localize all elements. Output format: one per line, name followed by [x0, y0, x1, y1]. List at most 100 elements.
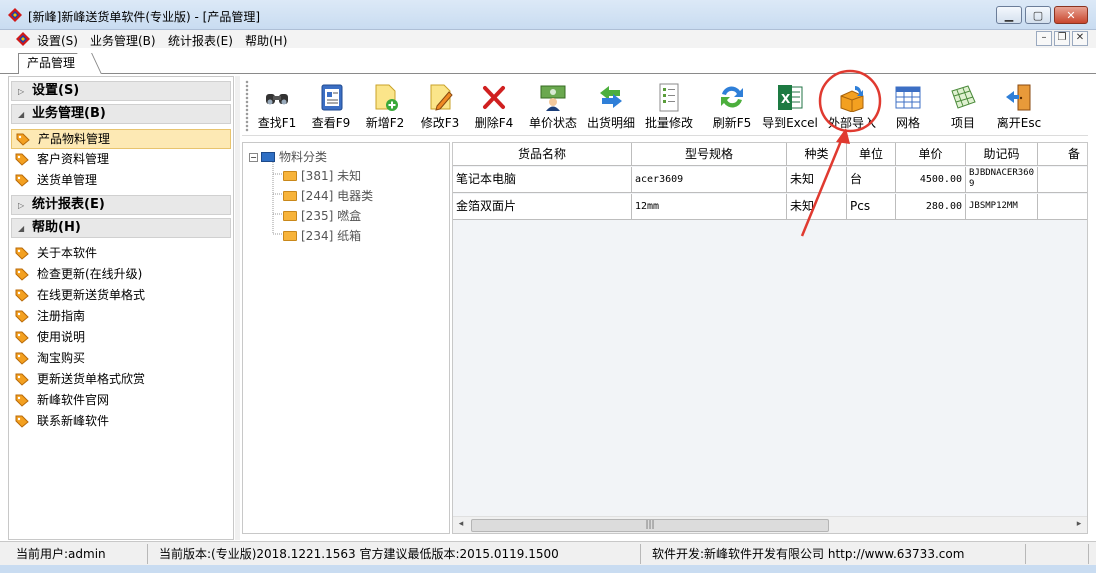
child-minimize-button[interactable]: – [1036, 31, 1052, 46]
tree-item[interactable]: [381] 未知 [283, 167, 361, 184]
price-status-icon [540, 85, 566, 111]
add-button[interactable]: 新增F2 [364, 78, 406, 134]
child-restore-button[interactable]: ❐ [1054, 31, 1070, 46]
nav-item-delivery-notes[interactable]: 送货单管理 [11, 171, 231, 191]
nav-item-contact[interactable]: 联系新峰软件 [11, 412, 231, 432]
view-button[interactable]: 查看F9 [310, 78, 352, 134]
cell-type[interactable]: 未知 [787, 167, 847, 192]
cell-code[interactable]: BJBDNACER3609 [966, 167, 1038, 192]
column-header[interactable]: 备 [1038, 143, 1087, 165]
refresh-button[interactable]: 刷新F5 [711, 78, 753, 134]
nav-item-product-materials[interactable]: 产品物料管理 [11, 129, 231, 149]
menu-reports[interactable]: 统计报表(E) [168, 32, 233, 49]
tree-item[interactable]: [234] 纸箱 [283, 227, 361, 244]
cell-price[interactable]: 4500.00 [896, 167, 966, 192]
tab-product-management[interactable]: 产品管理 [18, 53, 91, 74]
tag-icon [15, 174, 29, 187]
scroll-thumb[interactable]: ||| [471, 519, 829, 532]
cell-unit[interactable]: 台 [847, 167, 896, 192]
nav-item-label: 新峰软件官网 [37, 393, 110, 407]
maximize-button[interactable]: ▢ [1025, 6, 1051, 24]
cell-code[interactable]: JBSMP12MM [966, 194, 1038, 219]
tag-icon [15, 247, 29, 260]
button-label: 查看F9 [311, 116, 351, 130]
cell-spec[interactable]: acer3609 [632, 167, 787, 192]
price-status-button[interactable]: 单价状态 [527, 78, 579, 134]
shipping-details-button[interactable]: 出货明细 [585, 78, 637, 134]
navigation-panel: ▷ 设置(S) ◢ 业务管理(B) 产品物料管理 客户资料管理 送货单管理 ▷ 统计报… [8, 76, 234, 540]
tree-item[interactable]: [244] 电器类 [283, 187, 373, 204]
horizontal-scrollbar[interactable]: ◂ ||| ▸ [453, 516, 1087, 533]
cell-spec[interactable]: 12mm [632, 194, 787, 219]
toolbar-grip[interactable] [245, 80, 249, 132]
tree-item-label: [381] 未知 [301, 169, 362, 183]
tag-icon [15, 415, 29, 428]
exit-button[interactable]: 离开Esc [994, 78, 1044, 134]
minimize-button[interactable]: ▁ [996, 6, 1022, 24]
shipping-arrows-icon [600, 86, 622, 108]
scroll-left-icon[interactable]: ◂ [455, 519, 467, 529]
scroll-right-icon[interactable]: ▸ [1073, 519, 1085, 529]
column-header[interactable]: 货品名称 [453, 143, 632, 165]
nav-item-customers[interactable]: 客户资料管理 [11, 150, 231, 170]
cell-unit[interactable]: Pcs [847, 194, 896, 219]
nav-item-format-gallery[interactable]: 更新送货单格式欣赏 [11, 370, 231, 390]
expanded-arrow-icon: ◢ [18, 110, 25, 119]
grid-button[interactable]: 网格 [888, 78, 928, 134]
column-header[interactable]: 型号规格 [632, 143, 787, 165]
nav-item-online-format-update[interactable]: 在线更新送货单格式 [11, 286, 231, 306]
cell-price[interactable]: 280.00 [896, 194, 966, 219]
section-label: 帮助(H) [32, 220, 81, 235]
find-button[interactable]: 查找F1 [256, 78, 298, 134]
tree-item-label: [235] 嘫盒 [301, 209, 362, 223]
cell-note[interactable] [1038, 194, 1087, 219]
section-business[interactable]: ◢ 业务管理(B) [11, 104, 231, 124]
import-box-icon [840, 86, 864, 112]
app-menu-icon[interactable] [16, 32, 30, 46]
checklist-icon [659, 83, 679, 112]
edit-button[interactable]: 修改F3 [419, 78, 461, 134]
section-reports[interactable]: ▷ 统计报表(E) [11, 195, 231, 215]
cell-type[interactable]: 未知 [787, 194, 847, 219]
table-row[interactable]: 笔记本电脑 acer3609 未知 台 4500.00 BJBDNACER360… [453, 167, 1087, 193]
toolbar: 查找F1 查看F9 新增F2 修改F3 删除F4 单价状态 出货明细 批量修改 … [242, 76, 1088, 136]
nav-item-registration-guide[interactable]: 注册指南 [11, 307, 231, 327]
project-button[interactable]: 项目 [943, 78, 983, 134]
batch-edit-button[interactable]: 批量修改 [643, 78, 695, 134]
section-help[interactable]: ◢ 帮助(H) [11, 218, 231, 238]
button-label: 离开Esc [996, 116, 1042, 130]
section-settings[interactable]: ▷ 设置(S) [11, 81, 231, 101]
table-row[interactable]: 金箔双面片 12mm 未知 Pcs 280.00 JBSMP12MM [453, 194, 1087, 220]
view-document-icon [321, 84, 343, 111]
nav-item-official-site[interactable]: 新峰软件官网 [11, 391, 231, 411]
menu-business[interactable]: 业务管理(B) [90, 32, 156, 49]
button-label: 导到Excel [762, 116, 818, 130]
close-button[interactable]: ✕ [1054, 6, 1088, 24]
tree-item[interactable]: [235] 嘫盒 [283, 207, 361, 224]
nav-item-label: 注册指南 [37, 309, 86, 323]
nav-item-taobao-purchase[interactable]: 淘宝购买 [11, 349, 231, 369]
cell-name[interactable]: 笔记本电脑 [453, 167, 632, 192]
column-header[interactable]: 单位 [847, 143, 896, 165]
app-logo-icon [8, 8, 22, 22]
nav-item-user-manual[interactable]: 使用说明 [11, 328, 231, 348]
delete-button[interactable]: 删除F4 [473, 78, 515, 134]
menu-settings[interactable]: 设置(S) [37, 32, 78, 49]
nav-item-check-update[interactable]: 检查更新(在线升级) [11, 265, 231, 285]
column-header[interactable]: 单价 [896, 143, 966, 165]
cell-note[interactable] [1038, 167, 1087, 192]
export-excel-button[interactable]: X 导到Excel [762, 78, 818, 134]
title-bar: [新峰]新峰送货单软件(专业版) - [产品管理] ▁ ▢ ✕ [0, 0, 1096, 30]
panel-splitter[interactable] [235, 76, 240, 540]
tag-icon [15, 289, 29, 302]
nav-item-label: 产品物料管理 [38, 132, 111, 146]
column-header[interactable]: 助记码 [966, 143, 1038, 165]
child-close-button[interactable]: ✕ [1072, 31, 1088, 46]
menu-help[interactable]: 帮助(H) [245, 32, 287, 49]
grid-icon [895, 86, 921, 109]
excel-icon: X [778, 85, 803, 110]
external-import-button[interactable]: 外部导入 [826, 78, 878, 134]
nav-item-about[interactable]: 关于本软件 [11, 244, 231, 264]
column-header[interactable]: 种类 [787, 143, 847, 165]
cell-name[interactable]: 金箔双面片 [453, 194, 632, 219]
